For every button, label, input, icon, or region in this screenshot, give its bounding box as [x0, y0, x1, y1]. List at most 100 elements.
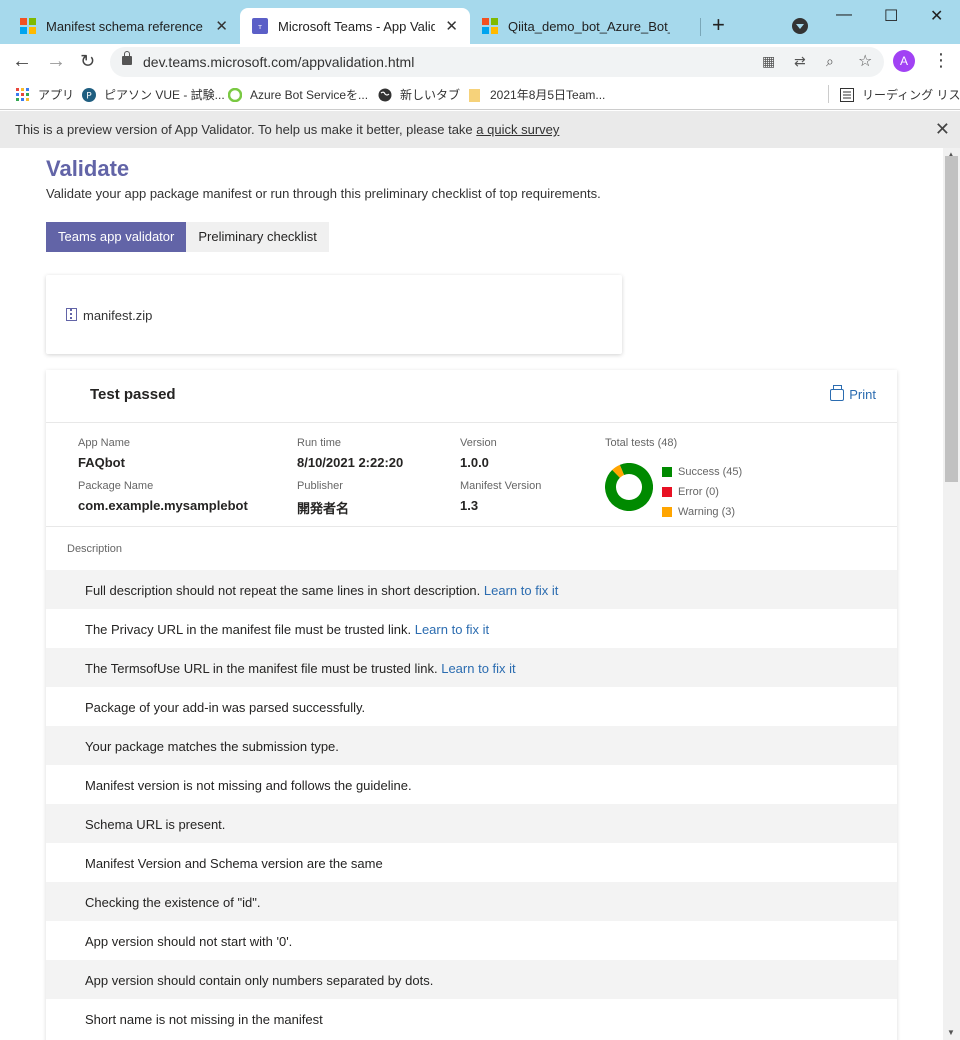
- result-rows: Full description should not repeat the s…: [46, 570, 897, 1038]
- qr-code-icon[interactable]: ▦: [762, 53, 775, 70]
- browser-tab-app-validator[interactable]: ᴛ Microsoft Teams - App Validato ✕: [240, 8, 470, 44]
- microsoft-logo-icon: [482, 18, 498, 34]
- survey-link[interactable]: a quick survey: [476, 122, 559, 137]
- bookmark-apps[interactable]: アプリ: [16, 86, 74, 103]
- package-name-value: com.example.mysamplebot: [78, 498, 248, 513]
- profile-avatar[interactable]: A: [893, 50, 915, 72]
- page-scrollbar[interactable]: ▲ ▼: [943, 148, 960, 1040]
- url-text: dev.teams.microsoft.com/appvalidation.ht…: [143, 54, 415, 70]
- zoom-icon[interactable]: ⌕: [826, 53, 834, 70]
- result-row: App version should not start with '0'.: [46, 921, 897, 960]
- scrollbar-thumb[interactable]: [945, 156, 958, 482]
- legend-swatch: [662, 507, 672, 517]
- zip-file-icon: [66, 308, 77, 321]
- validator-tabs: Teams app validator Preliminary checklis…: [46, 222, 329, 252]
- scroll-down-icon[interactable]: ▼: [947, 1028, 955, 1037]
- tab-title: Microsoft Teams - App Validato: [278, 18, 436, 34]
- translate-icon[interactable]: ⇄: [794, 53, 806, 70]
- test-status: Test passed: [90, 386, 176, 403]
- browser-menu-icon[interactable]: ⋮: [932, 50, 950, 71]
- back-icon[interactable]: ←: [12, 50, 32, 73]
- address-bar[interactable]: dev.teams.microsoft.com/appvalidation.ht…: [110, 47, 884, 77]
- result-row: Manifest version is not missing and foll…: [46, 765, 897, 804]
- maximize-icon[interactable]: ☐: [884, 6, 898, 26]
- pearson-icon: P: [82, 87, 96, 102]
- minimize-icon[interactable]: —: [836, 6, 852, 24]
- result-row-text: Checking the existence of "id".: [85, 895, 261, 910]
- dismiss-banner-icon[interactable]: ✕: [935, 119, 950, 140]
- bookmark-new-tab[interactable]: 新しいタブ: [378, 86, 460, 103]
- publisher-label: Publisher: [297, 480, 343, 492]
- bookmark-star-icon[interactable]: ☆: [858, 51, 872, 71]
- result-row: Manifest Version and Schema version are …: [46, 843, 897, 882]
- browser-toolbar: ← → ↻ dev.teams.microsoft.com/appvalidat…: [0, 44, 960, 80]
- bookmark-separator: [828, 85, 829, 103]
- microsoft-logo-icon: [20, 18, 36, 34]
- reading-list-button[interactable]: リーディング リスト: [840, 86, 960, 103]
- reading-list-label: リーディング リスト: [862, 88, 960, 102]
- result-row-text: Short name is not missing in the manifes…: [85, 1012, 323, 1027]
- reading-list-icon: [840, 87, 854, 102]
- manifest-version-label: Manifest Version: [460, 480, 542, 492]
- preview-banner: This is a preview version of App Validat…: [0, 111, 960, 148]
- page-subtitle: Validate your app package manifest or ru…: [46, 186, 601, 201]
- tab-title: Manifest schema reference - Te: [46, 18, 205, 34]
- legend-label: Warning (3): [678, 506, 736, 518]
- result-row: The Privacy URL in the manifest file mus…: [46, 609, 897, 648]
- close-tab-icon[interactable]: ✕: [215, 17, 228, 35]
- tab-teams-app-validator[interactable]: Teams app validator: [46, 222, 187, 252]
- result-row-text: Manifest version is not missing and foll…: [85, 778, 412, 793]
- legend-swatch: [662, 467, 672, 477]
- learn-to-fix-link[interactable]: Learn to fix it: [441, 661, 515, 676]
- globe-icon: [378, 88, 392, 101]
- uploaded-file-card[interactable]: manifest.zip: [46, 275, 622, 354]
- package-name-label: Package Name: [78, 480, 154, 492]
- manifest-version-value: 1.3: [460, 498, 479, 513]
- learn-to-fix-link[interactable]: Learn to fix it: [415, 622, 489, 637]
- legend-error: Error (0): [662, 482, 742, 502]
- bookmark-azure-bot[interactable]: Azure Bot Serviceを...: [228, 86, 368, 103]
- bookmarks-bar: アプリ P ピアソン VUE - 試験... Azure Bot Service…: [0, 80, 960, 110]
- learn-to-fix-link[interactable]: Learn to fix it: [484, 583, 558, 598]
- folder-icon: [469, 88, 480, 102]
- result-row: Checking the existence of "id".: [46, 882, 897, 921]
- validation-result-card: Test passed Print App Name FAQbot Packag…: [46, 370, 897, 1040]
- result-row-text: Full description should not repeat the s…: [85, 583, 481, 598]
- print-button[interactable]: Print: [830, 384, 876, 402]
- version-label: Version: [460, 437, 497, 449]
- legend-warning: Warning (3): [662, 502, 742, 522]
- bookmark-label: 2021年8月5日Team...: [490, 88, 606, 102]
- window-close-icon[interactable]: ✕: [930, 6, 943, 26]
- tab-separator: [700, 18, 701, 36]
- reload-icon[interactable]: ↻: [80, 51, 95, 72]
- version-value: 1.0.0: [460, 455, 489, 470]
- close-tab-icon[interactable]: ✕: [445, 17, 458, 35]
- total-tests-label: Total tests (48): [605, 437, 678, 449]
- description-header: Description: [67, 543, 123, 555]
- tab-search-icon[interactable]: [792, 18, 808, 34]
- legend-label: Success (45): [678, 466, 743, 478]
- result-row-text: Schema URL is present.: [85, 817, 226, 832]
- new-tab-icon[interactable]: +: [712, 12, 725, 38]
- bookmark-label: 新しいタブ: [400, 88, 461, 102]
- print-label: Print: [849, 387, 876, 402]
- file-name: manifest.zip: [83, 308, 153, 323]
- browser-tab-qiita[interactable]: Qiita_demo_bot_Azure_Bot_Ser: [470, 8, 700, 44]
- app-name-label: App Name: [78, 437, 130, 449]
- tab-title: Qiita_demo_bot_Azure_Bot_Ser: [508, 18, 670, 34]
- tab-preliminary-checklist[interactable]: Preliminary checklist: [186, 222, 329, 252]
- result-row-text: Package of your add-in was parsed succes…: [85, 700, 366, 715]
- app-name-value: FAQbot: [78, 455, 125, 470]
- result-row: Full description should not repeat the s…: [46, 570, 897, 609]
- result-row-text: The Privacy URL in the manifest file mus…: [85, 622, 412, 637]
- result-row-text: App version should not start with '0'.: [85, 934, 293, 949]
- page-title: Validate: [46, 156, 130, 181]
- lock-icon[interactable]: [122, 51, 132, 65]
- bookmark-teams-folder[interactable]: 2021年8月5日Team...: [468, 86, 605, 103]
- result-row: The TermsofUse URL in the manifest file …: [46, 648, 897, 687]
- browser-tab-manifest[interactable]: Manifest schema reference - Te ✕: [8, 8, 240, 44]
- forward-icon[interactable]: →: [46, 50, 66, 73]
- chart-legend: Success (45) Error (0) Warning (3): [662, 462, 742, 522]
- teams-logo-icon: ᴛ: [252, 18, 268, 34]
- bookmark-pearson[interactable]: P ピアソン VUE - 試験...: [82, 86, 225, 103]
